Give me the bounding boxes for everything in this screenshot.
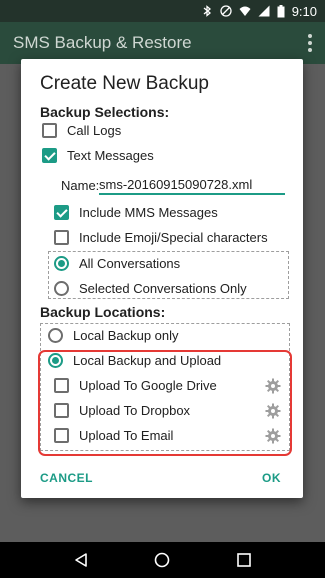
app-title: SMS Backup & Restore: [13, 33, 192, 52]
drive-settings-gear-icon[interactable]: [265, 378, 281, 394]
status-time: 9:10: [291, 3, 317, 19]
status-bar: 9:10: [0, 0, 325, 22]
backup-locations-heading: Backup Locations:: [40, 304, 166, 320]
create-backup-dialog: Create New Backup Backup Selections: Cal…: [21, 59, 303, 498]
local-and-upload-option[interactable]: Local Backup and Upload: [48, 353, 221, 368]
selected-conversations-label: Selected Conversations Only: [79, 281, 247, 296]
phone-screen: 9:10 SMS Backup & Restore Create New Bac…: [0, 0, 325, 578]
backup-name-input[interactable]: [99, 175, 285, 195]
navigation-bar: [0, 542, 325, 578]
call-logs-checkbox[interactable]: [42, 123, 57, 138]
call-logs-option[interactable]: Call Logs: [42, 123, 121, 138]
text-messages-option[interactable]: Text Messages: [42, 148, 154, 163]
upload-dropbox-checkbox[interactable]: [54, 403, 69, 418]
text-messages-checkbox[interactable]: [42, 148, 57, 163]
email-settings-gear-icon[interactable]: [265, 428, 281, 444]
local-only-radio[interactable]: [48, 328, 63, 343]
local-and-upload-label: Local Backup and Upload: [73, 353, 222, 368]
overflow-menu-icon[interactable]: [307, 34, 313, 52]
text-messages-label: Text Messages: [67, 148, 154, 163]
ok-button[interactable]: OK: [262, 471, 281, 485]
upload-drive-option[interactable]: Upload To Google Drive: [54, 378, 217, 393]
local-only-label: Local Backup only: [73, 328, 179, 343]
include-mms-option[interactable]: Include MMS Messages: [54, 205, 218, 220]
all-conversations-label: All Conversations: [79, 256, 181, 271]
signal-icon: [258, 5, 270, 17]
battery-icon: [277, 5, 285, 18]
bluetooth-icon: [201, 5, 213, 17]
selected-conversations-option[interactable]: Selected Conversations Only: [54, 281, 247, 296]
name-label: Name:: [61, 178, 100, 193]
call-logs-label: Call Logs: [67, 123, 122, 138]
include-emoji-label: Include Emoji/Special characters: [79, 230, 268, 245]
include-mms-checkbox[interactable]: [54, 205, 69, 220]
dropbox-settings-gear-icon[interactable]: [265, 403, 281, 419]
selected-conversations-radio[interactable]: [54, 281, 69, 296]
upload-drive-label: Upload To Google Drive: [79, 378, 217, 393]
upload-dropbox-label: Upload To Dropbox: [79, 403, 191, 418]
all-conversations-option[interactable]: All Conversations: [54, 256, 180, 271]
local-and-upload-radio[interactable]: [48, 353, 63, 368]
include-emoji-checkbox[interactable]: [54, 230, 69, 245]
include-mms-label: Include MMS Messages: [79, 205, 218, 220]
dialog-title: Create New Backup: [40, 73, 209, 94]
upload-drive-checkbox[interactable]: [54, 378, 69, 393]
upload-dropbox-option[interactable]: Upload To Dropbox: [54, 403, 190, 418]
upload-email-checkbox[interactable]: [54, 428, 69, 443]
app-bar: SMS Backup & Restore: [0, 22, 325, 64]
wifi-icon: [239, 5, 251, 17]
include-emoji-option[interactable]: Include Emoji/Special characters: [54, 230, 268, 245]
mute-icon: [220, 5, 232, 17]
cancel-button[interactable]: CANCEL: [40, 471, 93, 485]
upload-email-option[interactable]: Upload To Email: [54, 428, 173, 443]
all-conversations-radio[interactable]: [54, 256, 69, 271]
back-icon[interactable]: [72, 551, 90, 569]
upload-email-label: Upload To Email: [79, 428, 174, 443]
backup-selections-heading: Backup Selections:: [40, 104, 170, 120]
recents-icon[interactable]: [235, 551, 253, 569]
local-only-option[interactable]: Local Backup only: [48, 328, 179, 343]
home-icon[interactable]: [153, 551, 171, 569]
